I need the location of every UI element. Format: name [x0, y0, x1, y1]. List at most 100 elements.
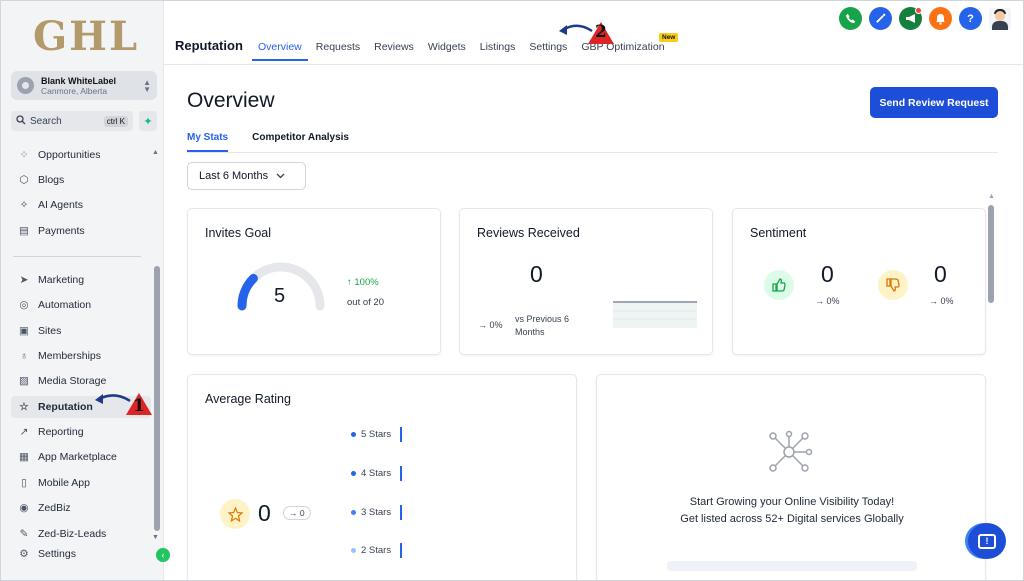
network-icon [769, 430, 813, 472]
tab-competitor-analysis[interactable]: Competitor Analysis [252, 132, 349, 152]
trend-icon: ↗ [19, 426, 29, 438]
sidebar-item-payments[interactable]: ▤ Payments [11, 220, 151, 242]
tab-requests[interactable]: Requests [310, 41, 366, 61]
scroll-up-icon[interactable]: ▲ [988, 193, 995, 200]
bullet-icon [351, 548, 356, 553]
promo-line-1: Start Growing your Online Visibility Tod… [689, 496, 895, 508]
sidebar-item-label: Media Storage [38, 375, 107, 387]
main-scrollbar[interactable] [988, 205, 994, 303]
account-switcher[interactable]: Blank WhiteLabel Canmore, Alberta ▲ ▼ [11, 71, 157, 100]
chevron-updown-icon: ▲ ▼ [143, 77, 151, 94]
annotation-label-1: 1 [133, 396, 145, 416]
star-row-label: 3 Stars [361, 507, 392, 518]
sidebar-item-zedbiz[interactable]: ◉ ZedBiz [11, 497, 151, 519]
tab-overview[interactable]: Overview [252, 41, 308, 61]
invites-out-of: out of 20 [347, 297, 384, 308]
megaphone-icon[interactable] [899, 7, 922, 30]
sidebar-item-opportunities[interactable]: ⁘ Opportunities [11, 144, 151, 166]
sidebar-item-settings[interactable]: ⚙ Settings [11, 543, 151, 565]
star-row-bar [400, 427, 403, 442]
sidebar-item-reporting[interactable]: ↗ Reporting [11, 421, 151, 443]
sidebar-item-sites[interactable]: ▣ Sites [11, 320, 151, 342]
star-row: 5 Stars [351, 427, 403, 442]
sidebar-item-label: Opportunities [38, 149, 101, 161]
phone-icon[interactable] [839, 7, 862, 30]
tab-reviews[interactable]: Reviews [368, 41, 420, 61]
search-button[interactable]: Search ctrl K [11, 111, 133, 131]
wrench-icon: ✎ [19, 528, 29, 540]
reviews-received-title: Reviews Received [477, 226, 580, 240]
sidebar-item-ai-agents[interactable]: ✧ AI Agents [11, 194, 151, 216]
scroll-up-icon[interactable]: ▲ [152, 149, 159, 156]
sentiment-title: Sentiment [750, 226, 807, 240]
date-range-select[interactable]: Last 6 Months [187, 162, 306, 190]
bullet-icon [351, 432, 356, 437]
sidebar-item-blogs[interactable]: ⬡ Blogs [11, 169, 151, 191]
sidebar-item-mobile-app[interactable]: ▯ Mobile App [11, 472, 151, 494]
sidebar-item-label: Sites [38, 325, 62, 337]
scroll-down-icon[interactable]: ▼ [152, 534, 159, 541]
star-row: 2 Stars [351, 543, 403, 558]
rating-delta: → 0 [283, 506, 311, 520]
listings-promo-card: Start Growing your Online Visibility Tod… [596, 374, 986, 580]
star-row-label: 4 Stars [361, 468, 392, 479]
sidebar-item-label: Reporting [38, 426, 84, 438]
sidebar-item-memberships[interactable]: ♁ Memberships [11, 345, 151, 367]
account-avatar-icon [17, 77, 34, 94]
header-actions: ? [839, 7, 1011, 30]
ai-sparkle-icon[interactable]: ✦ [139, 111, 157, 131]
stats-subtabs: My Stats Competitor Analysis [187, 132, 373, 152]
sidebar-scrollbar[interactable] [154, 266, 160, 531]
star-icon: ☆ [19, 401, 29, 413]
sidebar-item-label: Mobile App [38, 477, 90, 489]
sidebar-item-zed-biz-leads[interactable]: ✎ Zed-Biz-Leads [11, 523, 151, 545]
star-row-bar [400, 466, 403, 481]
promo-line-2: Get listed across 52+ Digital services G… [680, 513, 904, 525]
brand-logo[interactable]: GHL [33, 13, 139, 60]
tab-settings[interactable]: Settings [523, 41, 573, 61]
annotation-label-2: 2 [595, 22, 607, 42]
send-icon: ➤ [19, 274, 29, 286]
sparkles-icon: ✧ [19, 199, 29, 211]
help-icon[interactable]: ? [959, 7, 982, 30]
thumbs-down-icon [878, 270, 908, 300]
sidebar-item-label: Zed-Biz-Leads [38, 528, 107, 540]
gear-icon: ⚙ [19, 548, 29, 560]
collapse-sidebar-icon[interactable]: ‹ [156, 548, 170, 562]
sidebar-item-automation[interactable]: ◎ Automation [11, 294, 151, 316]
page-title: Overview [187, 89, 275, 112]
tab-listings[interactable]: Listings [474, 41, 522, 61]
bell-icon[interactable] [929, 7, 952, 30]
star-row: 3 Stars [351, 505, 403, 520]
search-icon [16, 114, 26, 128]
sidebar-item-marketing[interactable]: ➤ Marketing [11, 269, 151, 291]
grid-icon: ▦ [19, 451, 29, 463]
chat-widget-button[interactable]: ! [968, 523, 1006, 559]
invites-growth: ↑ 100% [347, 277, 379, 288]
sidebar-item-app-marketplace[interactable]: ▦ App Marketplace [11, 446, 151, 468]
opportunities-icon: ⁘ [19, 149, 29, 161]
search-label: Search [30, 115, 62, 127]
send-review-request-button[interactable]: Send Review Request [870, 87, 998, 118]
sidebar-item-label: AI Agents [38, 199, 83, 211]
sidebar-item-label: App Marketplace [38, 451, 117, 463]
sidebar-item-label: Memberships [38, 350, 102, 362]
chevron-down-icon [276, 171, 285, 181]
sidebar-item-label: Reputation [38, 401, 93, 413]
promo-button-partial[interactable] [667, 561, 917, 571]
account-location: Canmore, Alberta [41, 85, 108, 96]
tab-widgets[interactable]: Widgets [422, 41, 472, 61]
reviews-value: 0 [530, 261, 543, 287]
negative-delta: → 0% [929, 296, 954, 306]
reviews-delta: → 0% [478, 320, 503, 330]
tab-my-stats[interactable]: My Stats [187, 132, 229, 152]
star-row-label: 5 Stars [361, 429, 392, 440]
user-avatar[interactable] [989, 7, 1011, 30]
sidebar-item-label: Automation [38, 299, 92, 311]
magic-wand-icon[interactable] [869, 7, 892, 30]
image-icon: ▨ [19, 375, 29, 387]
sidebar-divider [13, 256, 141, 257]
zedbiz-icon: ◉ [19, 502, 29, 514]
reviews-compare: vs Previous 6 Months [515, 314, 570, 337]
thumbs-up-icon [764, 270, 794, 300]
